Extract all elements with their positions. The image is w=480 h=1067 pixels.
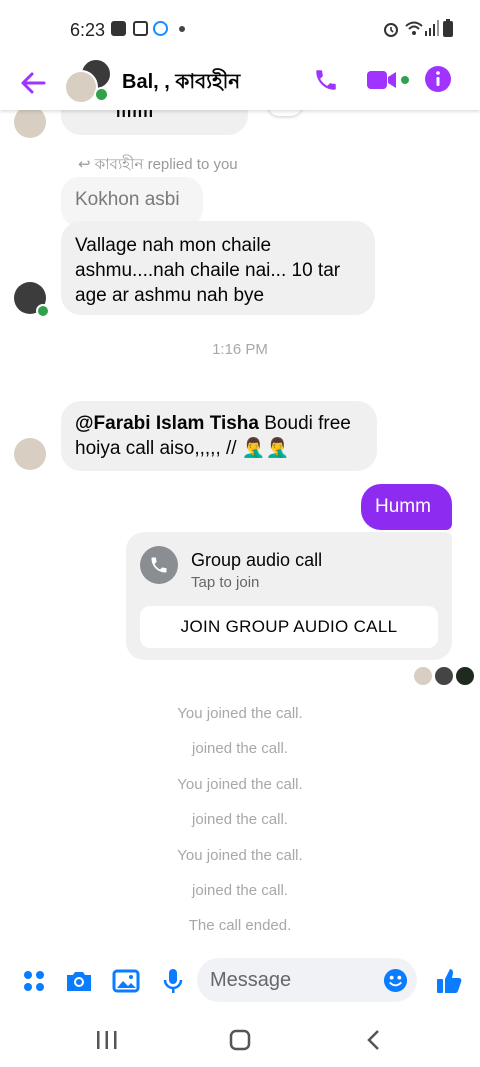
- home-icon[interactable]: [229, 1029, 251, 1051]
- system-message: You joined the call.: [177, 705, 303, 722]
- join-call-button[interactable]: JOIN GROUP AUDIO CALL: [140, 606, 438, 648]
- more-actions-icon[interactable]: [18, 965, 50, 997]
- back-nav-icon[interactable]: [366, 1029, 382, 1051]
- chat-title[interactable]: Bal, , কাব্যহীন: [122, 67, 240, 100]
- video-call-icon[interactable]: [367, 69, 397, 91]
- seen-avatar-1: [414, 667, 432, 685]
- seen-avatar-2: [435, 667, 453, 685]
- mention-line-2: hoiya call aiso,,,,, // 🤦‍♂️🤦‍♂️: [75, 438, 290, 459]
- group-call-card[interactable]: Group audio call Tap to join JOIN GROUP …: [126, 532, 452, 660]
- phone-icon: [151, 557, 167, 573]
- sender-online-dot: [36, 304, 50, 318]
- voice-message-bubble[interactable]: ıılılıı: [61, 110, 248, 135]
- reply-note-text: কাব্যহীন replied to you: [94, 156, 238, 173]
- my-message-bubble[interactable]: Humm: [361, 484, 452, 530]
- system-message: You joined the call.: [177, 847, 303, 864]
- reply-note: ↩ কাব্যহীন replied to you: [78, 153, 238, 178]
- notification-app-icon: [111, 21, 126, 36]
- alarm-icon: [384, 23, 398, 37]
- more-notifications-dot: [179, 26, 185, 32]
- signal-icon: [425, 20, 439, 36]
- group-avatar[interactable]: [64, 58, 112, 104]
- message-list[interactable]: ıılılıı ↩ কাব্যহীন replied to you Kokhon…: [0, 110, 480, 950]
- system-message: The call ended.: [188, 917, 292, 934]
- avatar-front: [64, 70, 98, 104]
- reaction-bubble-partial: [268, 110, 302, 116]
- sender-avatar-3[interactable]: [14, 438, 46, 470]
- mention-name[interactable]: @Farabi Islam Tisha: [75, 413, 259, 434]
- phone-call-icon[interactable]: [313, 67, 339, 93]
- online-indicator: [94, 87, 109, 102]
- chat-header: Bal, , কাব্যহীন: [0, 56, 480, 110]
- like-icon[interactable]: [433, 965, 465, 997]
- system-message: joined the call.: [192, 882, 288, 899]
- system-message: You joined the call.: [177, 776, 303, 793]
- call-card-title: Group audio call: [191, 550, 323, 570]
- messenger-notification-icon: [153, 21, 168, 36]
- reply-bubble[interactable]: Vallage nah mon chaile ashmu....nah chai…: [61, 221, 375, 315]
- camera-icon[interactable]: [63, 965, 95, 997]
- status-time: 6:23: [70, 20, 106, 40]
- mention-line-1: @Farabi Islam Tisha Boudi free: [75, 411, 351, 436]
- my-message-text: Humm: [375, 496, 431, 517]
- sender-avatar[interactable]: [14, 110, 46, 138]
- gallery-notification-icon: [133, 21, 148, 36]
- system-nav-bar: [0, 1010, 480, 1067]
- reply-line-1: Vallage nah mon chaile: [75, 235, 272, 256]
- mention-rest-1: Boudi free: [258, 413, 351, 434]
- system-message: joined the call.: [192, 740, 288, 757]
- timestamp: 1:16 PM: [212, 341, 268, 358]
- mention-bubble[interactable]: @Farabi Islam Tisha Boudi free hoiya cal…: [61, 401, 377, 471]
- reply-arrow-icon: ↩: [78, 156, 95, 173]
- emoji-icon[interactable]: [383, 968, 408, 993]
- back-arrow-icon[interactable]: [18, 68, 48, 98]
- message-input[interactable]: Message: [197, 958, 417, 1002]
- call-card-subtitle: Tap to join: [191, 574, 260, 591]
- system-message: joined the call.: [192, 811, 288, 828]
- message-placeholder: Message: [210, 969, 292, 991]
- recent-apps-icon[interactable]: [96, 1030, 118, 1050]
- quoted-text: Kokhon asbi: [75, 189, 180, 210]
- seen-avatar-3: [456, 667, 474, 685]
- video-active-dot: [401, 76, 409, 84]
- gallery-icon[interactable]: [110, 965, 142, 997]
- call-icon-circle: [140, 546, 178, 584]
- status-bar: 6:23: [0, 0, 480, 56]
- battery-icon: [443, 19, 453, 37]
- voice-waveform: ıılılıı: [116, 110, 155, 121]
- wifi-icon: [405, 21, 423, 35]
- info-icon[interactable]: [425, 66, 451, 92]
- quoted-message[interactable]: Kokhon asbi: [61, 177, 203, 227]
- reply-line-2: ashmu....nah chaile nai... 10 tar: [75, 260, 341, 281]
- reply-line-3: age ar ashmu nah bye: [75, 285, 265, 306]
- microphone-icon[interactable]: [157, 965, 189, 997]
